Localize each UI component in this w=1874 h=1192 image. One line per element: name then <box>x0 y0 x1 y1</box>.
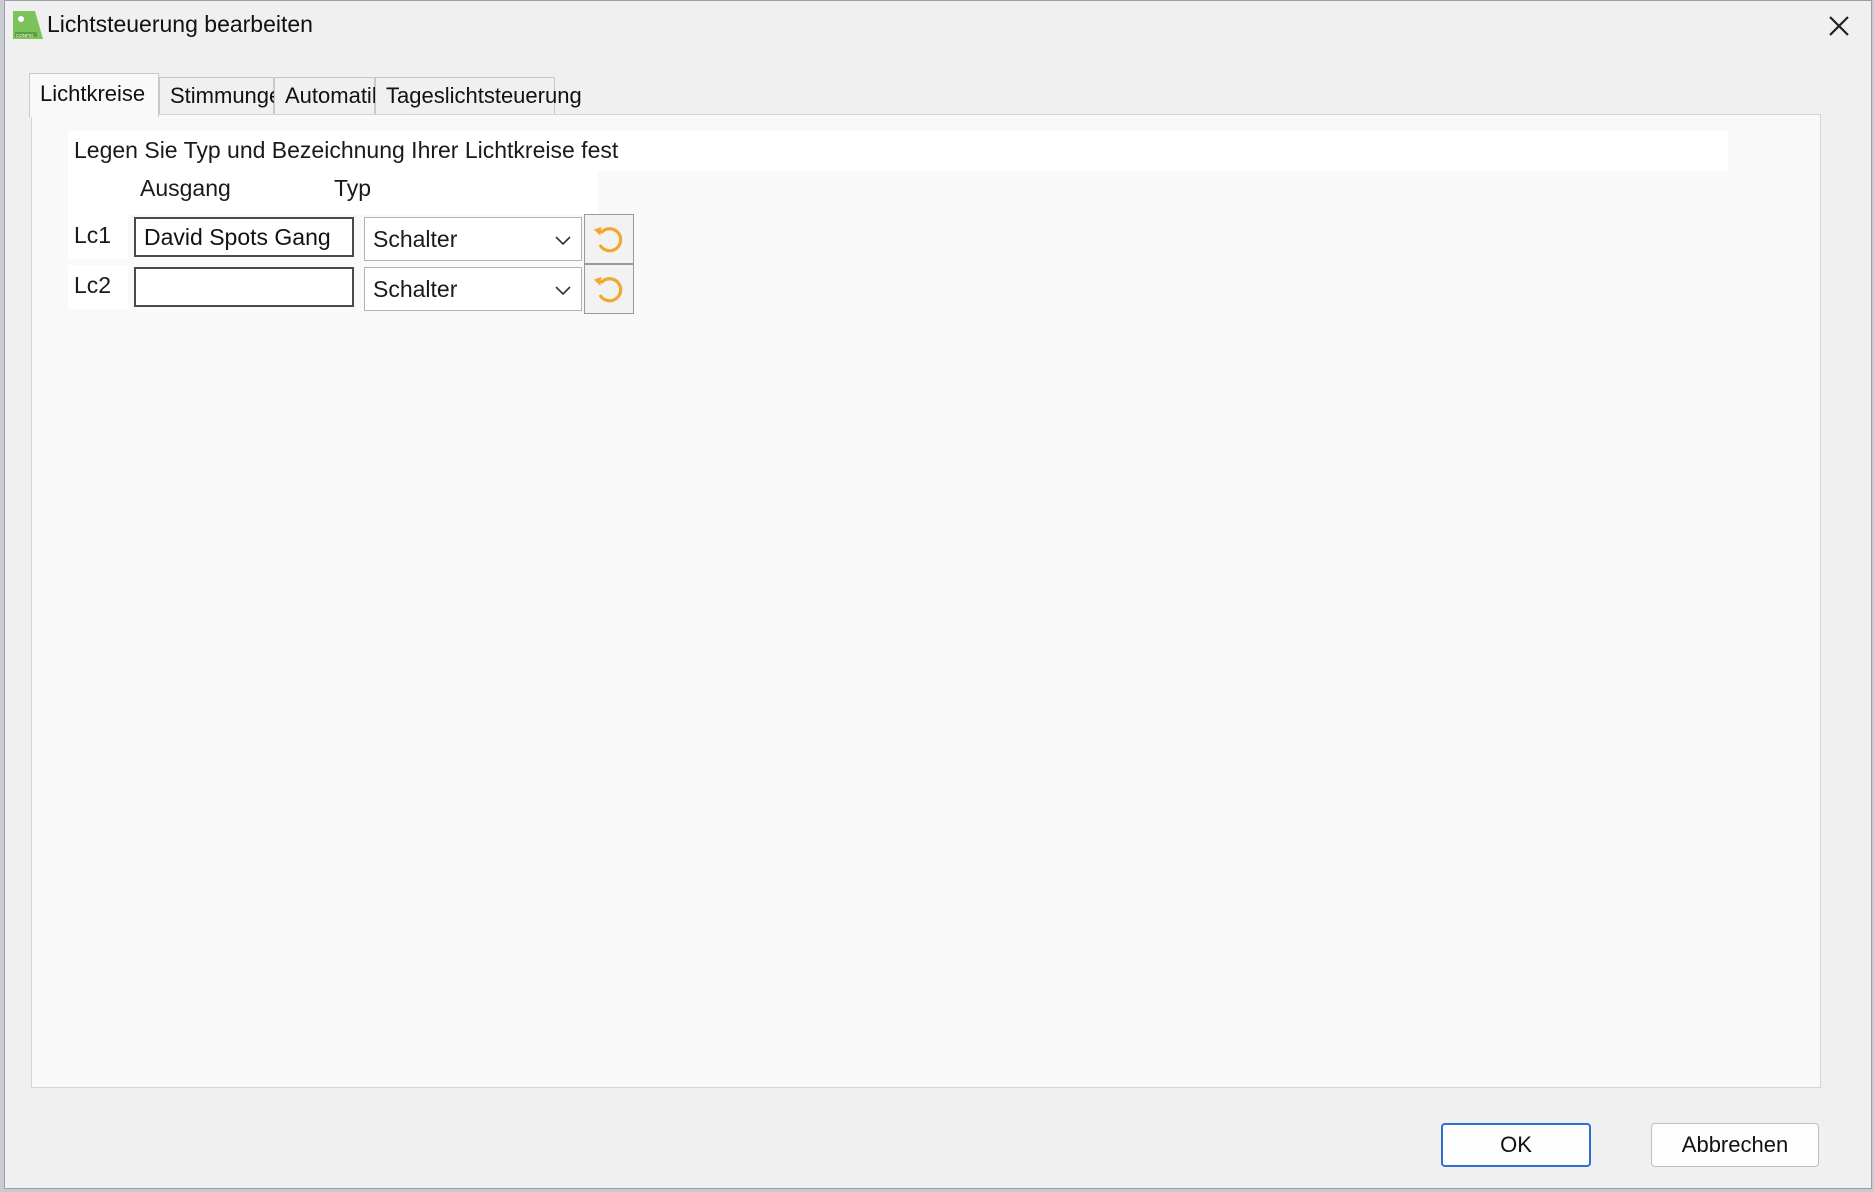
instruction-text: Legen Sie Typ und Bezeichnung Ihrer Lich… <box>68 131 1728 171</box>
output-name-input-lc1[interactable] <box>134 217 354 257</box>
ok-button[interactable]: OK <box>1441 1123 1591 1167</box>
config-app-icon: CONFIG <box>13 11 43 39</box>
row-label-lc2: Lc2 <box>68 265 128 309</box>
close-icon <box>1829 16 1849 36</box>
tab-tageslichtsteuerung[interactable]: Tageslichtsteuerung <box>375 77 582 115</box>
dialog-window: CONFIG Lichtsteuerung bearbeiten Lichtkr… <box>4 0 1872 1189</box>
tab-lichtkreise[interactable]: Lichtkreise <box>29 73 159 117</box>
cancel-button[interactable]: Abbrechen <box>1651 1123 1819 1167</box>
reset-button-lc1[interactable] <box>584 214 634 264</box>
type-select-lc2[interactable]: Schalter <box>364 267 582 311</box>
undo-icon <box>593 276 623 303</box>
title-bar: CONFIG Lichtsteuerung bearbeiten <box>5 1 1871 51</box>
type-select-value-lc2: Schalter <box>373 276 458 302</box>
close-button[interactable] <box>1807 1 1871 51</box>
undo-icon <box>593 226 623 253</box>
reset-button-lc2[interactable] <box>584 264 634 314</box>
type-select-lc1[interactable]: Schalter <box>364 217 582 261</box>
column-header-ausgang: Ausgang <box>140 175 231 201</box>
row-label-lc1: Lc1 <box>68 215 128 259</box>
tab-stimmungen[interactable]: Stimmungen <box>159 77 294 115</box>
column-header-typ: Typ <box>334 175 372 201</box>
chevron-down-icon <box>555 236 571 246</box>
svg-text:CONFIG: CONFIG <box>16 33 34 38</box>
output-name-input-lc2[interactable] <box>134 267 354 307</box>
type-select-value-lc1: Schalter <box>373 226 458 252</box>
chevron-down-icon <box>555 286 571 296</box>
tab-panel-lichtkreise: Legen Sie Typ und Bezeichnung Ihrer Lich… <box>31 114 1821 1088</box>
window-title: Lichtsteuerung bearbeiten <box>47 11 313 37</box>
tab-automatik[interactable]: Automatik <box>274 77 383 115</box>
